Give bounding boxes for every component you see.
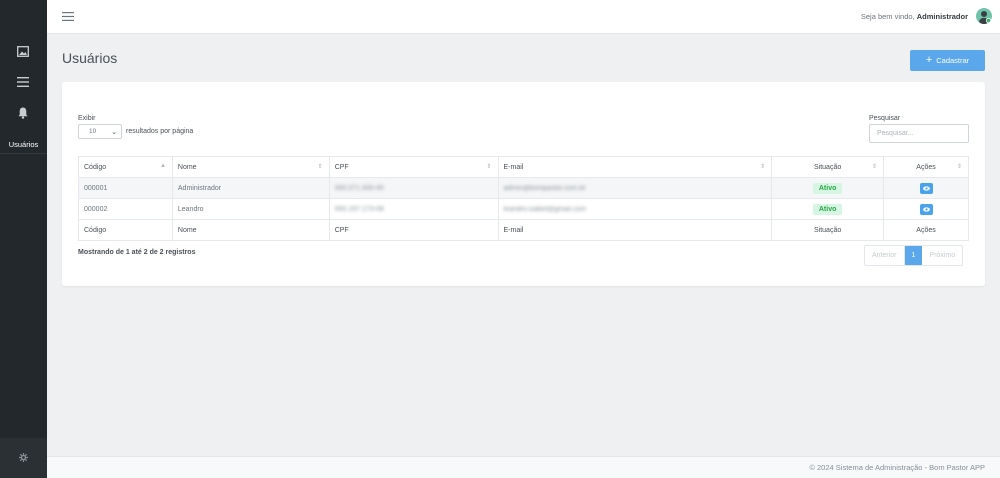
cell-email: admin@bompastor.com.br: [497, 177, 773, 199]
page-length-value: 10: [89, 128, 97, 135]
table-footer-row: Código Nome CPF E-mail Situação Ações: [78, 219, 969, 241]
status-badge: Ativo: [812, 203, 843, 215]
pagination-page-1[interactable]: 1: [904, 246, 923, 265]
footer-situacao: Situação: [771, 219, 885, 241]
col-header-situacao[interactable]: Situação ⇕: [771, 156, 885, 178]
sidebar: Usuários: [0, 0, 47, 478]
cadastrar-button[interactable]: + Cadastrar: [910, 50, 985, 71]
topbar: Seja bem vindo, Administrador: [47, 0, 1000, 34]
page-length-select[interactable]: 10 ⌄: [78, 124, 122, 139]
plus-icon: +: [925, 54, 933, 66]
pagination: Anterior 1 Próximo: [864, 245, 964, 266]
col-header-acoes[interactable]: Ações ⇕: [883, 156, 969, 178]
welcome-prefix: Seja bem vindo,: [860, 12, 917, 21]
pagination-next[interactable]: Próximo: [922, 246, 962, 265]
search-label: Pesquisar: [869, 115, 901, 122]
cell-cpf: 000.197.173-08: [328, 198, 499, 220]
cell-cpf: 000.071.930-00: [328, 177, 499, 199]
table-info: Mostrando de 1 até 2 de 2 registros: [78, 249, 196, 256]
col-header-email[interactable]: E-mail ⇕: [497, 156, 773, 178]
status-badge: Ativo: [812, 182, 843, 194]
col-header-cpf[interactable]: CPF ⇕: [328, 156, 499, 178]
cell-nome: Leandro: [171, 198, 330, 220]
col-header-codigo[interactable]: Código ▲: [78, 156, 173, 178]
chevron-down-icon: ⌄: [111, 129, 117, 136]
view-button[interactable]: [919, 182, 933, 194]
eye-icon: [922, 206, 930, 212]
copyright-text: © 2024 Sistema de Administração - Bom Pa…: [809, 463, 985, 472]
cell-codigo: 000002: [78, 198, 173, 220]
sidebar-divider: [0, 153, 47, 154]
gear-icon[interactable]: [19, 452, 28, 464]
col-header-nome[interactable]: Nome ⇕: [171, 156, 330, 178]
cell-situacao: Ativo: [771, 198, 885, 220]
eye-icon: [922, 185, 930, 191]
pagination-previous[interactable]: Anterior: [865, 246, 905, 265]
table-row: 000001 Administrador 000.071.930-00 admi…: [78, 177, 969, 199]
users-card: Exibir 10 ⌄ resultados por página Pesqui…: [62, 82, 985, 286]
footer-nome: Nome: [171, 219, 330, 241]
search-input[interactable]: [869, 124, 969, 143]
per-page-label: resultados por página: [126, 128, 194, 135]
footer-cpf: CPF: [328, 219, 499, 241]
sort-icon: ⇕: [872, 164, 878, 170]
sidebar-footer: [0, 438, 47, 478]
table-row: 000002 Leandro 000.197.173-08 leandro.is…: [78, 198, 969, 220]
bell-icon[interactable]: [16, 106, 30, 120]
image-icon[interactable]: [16, 44, 30, 58]
users-table: Código ▲ Nome ⇕ CPF ⇕ E-mail ⇕ Situação ⇕ Açõ…: [78, 156, 969, 241]
footer-acoes: Ações: [883, 219, 969, 241]
page-footer: © 2024 Sistema de Administração - Bom Pa…: [47, 456, 1000, 478]
cell-codigo: 000001: [78, 177, 173, 199]
cadastrar-label: Cadastrar: [936, 56, 970, 65]
sort-icon: ⇕: [486, 164, 492, 170]
cell-nome: Administrador: [171, 177, 330, 199]
sort-asc-icon: ▲: [159, 163, 166, 169]
cell-acoes: [883, 198, 969, 220]
sort-icon: ⇕: [956, 164, 962, 170]
page-title: Usuários: [62, 50, 118, 66]
table-header-row: Código ▲ Nome ⇕ CPF ⇕ E-mail ⇕ Situação ⇕ Açõ…: [78, 156, 969, 178]
avatar[interactable]: [976, 8, 992, 24]
show-label: Exibir: [78, 115, 96, 122]
sidebar-item-usuarios[interactable]: Usuários: [0, 140, 47, 149]
cell-email: leandro.isabel@gmail.com: [497, 198, 773, 220]
username[interactable]: Administrador: [917, 12, 968, 21]
cell-situacao: Ativo: [771, 177, 885, 199]
sort-icon: ⇕: [317, 164, 323, 170]
view-button[interactable]: [919, 203, 933, 215]
menu-icon[interactable]: [16, 75, 30, 89]
cell-acoes: [883, 177, 969, 199]
hamburger-menu-icon[interactable]: [62, 12, 74, 22]
sort-icon: ⇕: [760, 164, 766, 170]
welcome-message: Seja bem vindo, Administrador: [861, 12, 968, 21]
footer-email: E-mail: [497, 219, 773, 241]
footer-codigo: Código: [78, 219, 173, 241]
